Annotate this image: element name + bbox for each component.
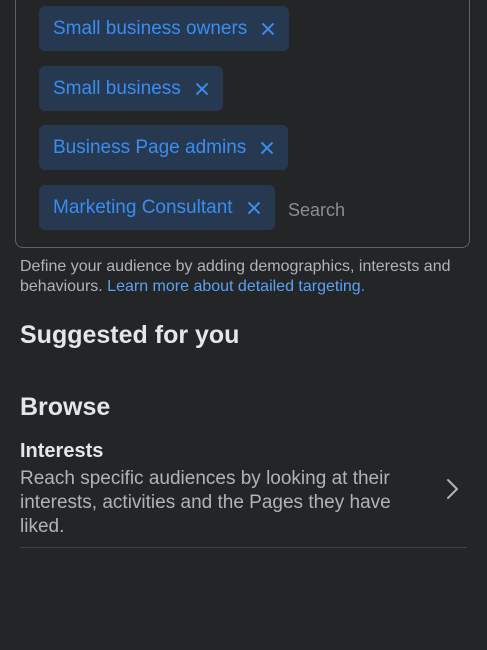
chip-label: Marketing Consultant (53, 196, 233, 218)
targeting-chip[interactable]: Small business owners (39, 6, 290, 51)
targeting-help-text: Define your audience by adding demograph… (20, 257, 470, 297)
remove-icon[interactable] (260, 141, 274, 155)
chevron-right-icon (447, 479, 458, 499)
chip-label: Small business (53, 77, 181, 99)
detailed-targeting-screen: Small business owners Small business Bus… (0, 0, 487, 650)
browse-item-description: Reach specific audiences by looking at t… (20, 468, 391, 537)
remove-icon[interactable] (195, 82, 209, 96)
browse-heading: Browse (20, 393, 111, 421)
chip-label: Business Page admins (53, 136, 247, 158)
browse-item-title: Interests (20, 440, 104, 462)
browse-item-interests[interactable]: Interests Reach specific audiences by lo… (20, 440, 467, 548)
remove-icon[interactable] (261, 22, 275, 36)
targeting-chip[interactable]: Business Page admins (39, 125, 289, 170)
remove-icon[interactable] (247, 201, 261, 215)
search-input[interactable] (288, 196, 448, 224)
learn-more-link[interactable]: Learn more about detailed targeting. (107, 278, 365, 295)
targeting-chip[interactable]: Small business (39, 66, 223, 111)
targeting-chip[interactable]: Marketing Consultant (39, 185, 275, 230)
chip-label: Small business owners (53, 17, 248, 39)
suggested-heading: Suggested for you (20, 321, 240, 349)
